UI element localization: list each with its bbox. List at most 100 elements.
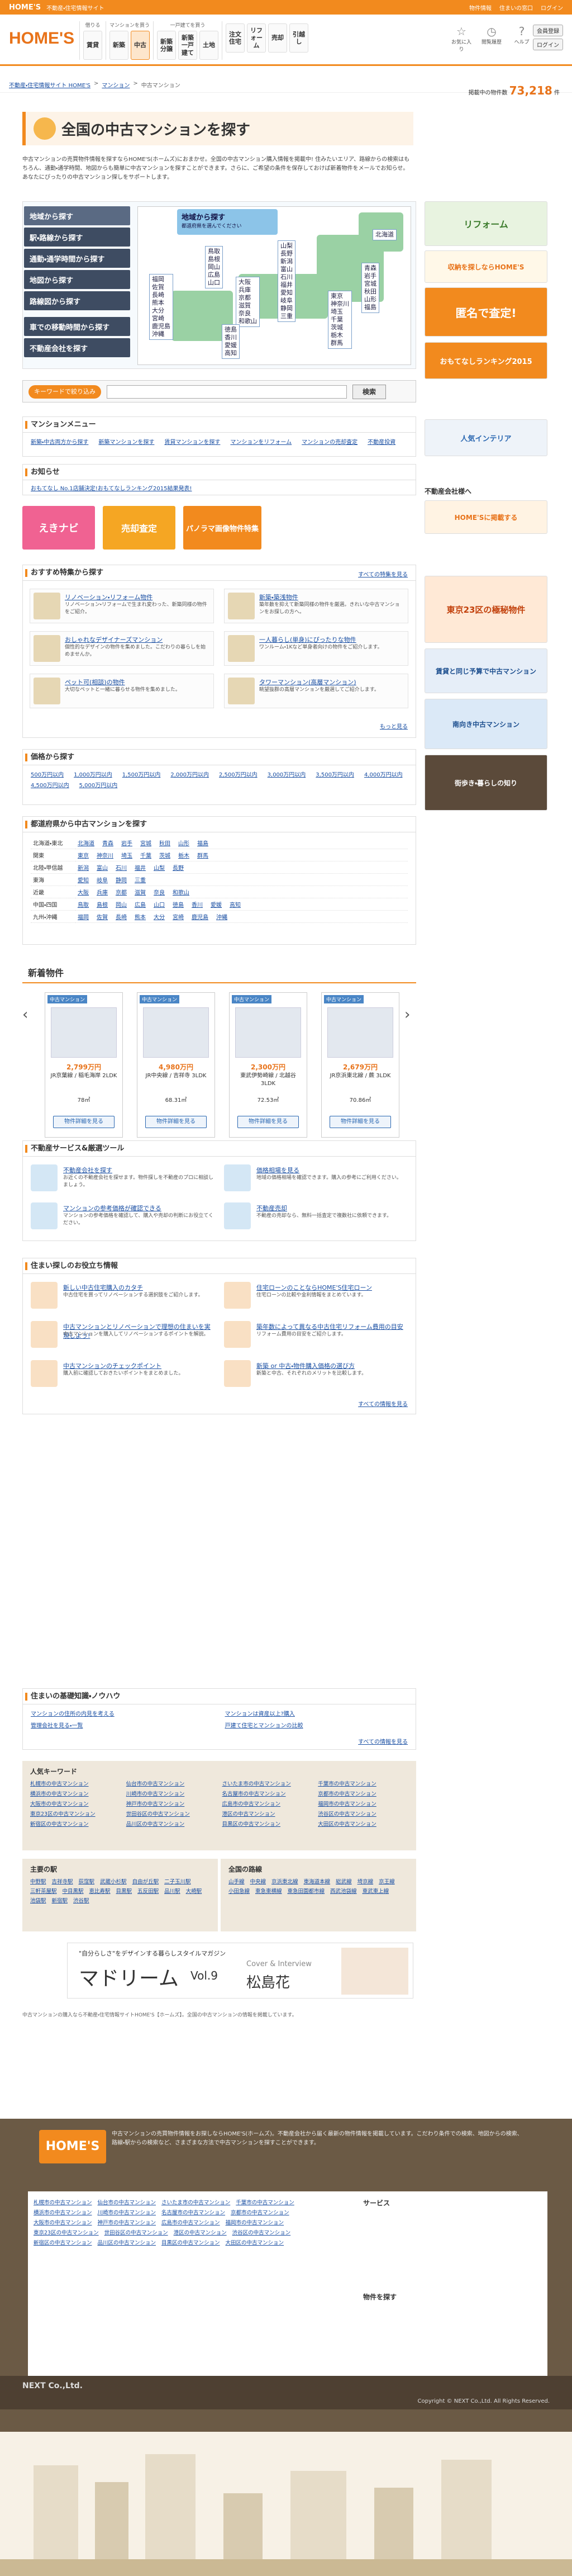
line-link[interactable]: 東海道本線 <box>304 1877 331 1885</box>
price-link[interactable]: 5,000万円以内 <box>79 780 118 789</box>
pref-link[interactable]: 三重 <box>280 312 293 320</box>
station-link[interactable]: 中目黒駅 <box>63 1887 84 1895</box>
sidebar-budget-banner[interactable]: 賃貸と同じ予算で中古マンション <box>425 648 547 693</box>
info-item[interactable]: 築年数によって異なる中古住宅リフォーム費用の目安 リフォーム費用の目安をご紹介しま… <box>224 1320 408 1351</box>
property-detail-button[interactable]: 物件詳細を見る <box>237 1116 299 1128</box>
station-link[interactable]: 荻窪駅 <box>79 1877 95 1885</box>
region-pref-link[interactable]: 島根 <box>97 902 108 908</box>
keyword-search-button[interactable]: 検索 <box>352 385 386 399</box>
price-link[interactable]: 3,500万円以内 <box>316 770 354 778</box>
menu-link[interactable]: 新築・中古両方から探す <box>31 437 88 446</box>
pref-link[interactable]: 高知 <box>225 349 237 357</box>
property-name[interactable]: JR京葉線 / 稲毛海岸 2LDK <box>49 1072 119 1080</box>
feature-card[interactable]: 一人暮らし(単身)にぴったりな物件 ワンルーム・1Kなど単身者向けの物件をご紹介し… <box>224 631 408 666</box>
keyword-link[interactable]: 東京23区の中古マンション <box>30 1810 121 1817</box>
promo-panorama[interactable]: パノラマ画像物件特集 <box>183 506 261 550</box>
pref-link[interactable]: 山形 <box>364 296 376 304</box>
feature-card[interactable]: 新築・築浅物件 築年数を抑えて新築同様の物件を厳選。きれいな中古マンションをお探し… <box>224 589 408 623</box>
region-pref-link[interactable]: 岩手 <box>121 841 132 847</box>
region-pref-link[interactable]: 佐賀 <box>97 915 108 921</box>
line-link[interactable]: 中央線 <box>250 1877 266 1885</box>
login-button[interactable]: ログイン <box>533 39 563 50</box>
gnav-item-bunjo[interactable]: 新築分譲 <box>157 31 177 60</box>
region-pref-link[interactable]: 岡山 <box>116 902 127 908</box>
footer-link[interactable]: 神戸市の中古マンション <box>98 2218 156 2226</box>
line-link[interactable]: 小田急線 <box>228 1887 250 1895</box>
region-pref-link[interactable]: 兵庫 <box>97 890 108 896</box>
line-link[interactable]: 東急東横線 <box>255 1887 282 1895</box>
keyword-link[interactable]: 京都市の中古マンション <box>318 1789 408 1797</box>
region-pref-link[interactable]: 宮城 <box>140 841 151 847</box>
pref-link[interactable]: 香川 <box>225 334 237 342</box>
region-pref-link[interactable]: 和歌山 <box>173 890 189 896</box>
footer-link[interactable]: 東京23区の中古マンション <box>34 2228 99 2236</box>
sidebar-appraisal-banner[interactable]: 匿名で査定! <box>425 287 547 337</box>
region-pref-link[interactable]: 長野 <box>173 865 184 872</box>
region-pref-link[interactable]: 新潟 <box>78 865 89 872</box>
gnav-item-land[interactable]: 土地 <box>199 31 219 60</box>
keyword-link[interactable]: 広島市の中古マンション <box>222 1800 313 1807</box>
footer-link[interactable]: 新宿区の中古マンション <box>34 2238 92 2246</box>
keyword-link[interactable]: 仙台市の中古マンション <box>126 1779 217 1787</box>
sidebar-reform-banner[interactable]: リフォーム <box>425 201 547 246</box>
region-pref-link[interactable]: 富山 <box>97 865 108 872</box>
magazine-banner[interactable]: "自分らしさ"をデザインする暮らしスタイルマガジン マドリーム Vol.9 Co… <box>67 1943 413 1999</box>
notice-link[interactable]: おもてなし No.1店舗決定!おもてなしランキング2015結果発表! <box>31 486 192 492</box>
search-by-area-button[interactable]: 地域から探す <box>24 206 130 225</box>
footer-link[interactable]: 京都市の中古マンション <box>231 2208 289 2216</box>
knowhow-more-link[interactable]: すべての情報を見る <box>358 1737 408 1745</box>
pref-link[interactable]: 島根 <box>208 255 220 263</box>
top-link-window[interactable]: 住まいの窓口 <box>499 3 533 12</box>
site-logo[interactable]: HOME'S <box>9 29 76 48</box>
gnav-item-new[interactable]: 新築 <box>109 31 128 60</box>
help-link[interactable]: ? ヘルプ <box>511 25 533 45</box>
region-pref-link[interactable]: 奈良 <box>154 890 165 896</box>
footer-link[interactable]: 福岡市の中古マンション <box>226 2218 284 2226</box>
pref-link[interactable]: 大阪 <box>239 278 257 286</box>
search-by-commute-button[interactable]: 通勤・通学時間から探す <box>24 249 130 268</box>
keyword-link[interactable]: 神戸市の中古マンション <box>126 1800 217 1807</box>
knowhow-link[interactable]: 戸建て住宅とマンションの比較 <box>225 1721 408 1729</box>
sidebar-tokyo-banner[interactable]: 東京23区の極秘物件 <box>425 576 547 643</box>
region-pref-link[interactable]: 山梨 <box>154 865 165 872</box>
pref-link[interactable]: 茨城 <box>331 324 349 332</box>
history-link[interactable]: ◷ 閲覧履歴 <box>480 25 503 45</box>
feature-title[interactable]: タワーマンション(高層マンション) <box>259 678 356 686</box>
sidebar-town-banner[interactable]: 街歩き・暮らしの知り <box>425 755 547 811</box>
keyword-link[interactable]: 品川区の中古マンション <box>126 1820 217 1827</box>
top-link-login[interactable]: ログイン <box>541 3 563 12</box>
menu-link[interactable]: マンションの売却査定 <box>302 437 358 446</box>
pref-link[interactable]: 宮崎 <box>152 315 170 323</box>
property-name[interactable]: JR京浜東北線 / 蕨 3LDK <box>325 1072 395 1080</box>
pref-link[interactable]: 埼玉 <box>331 308 349 316</box>
keyword-link[interactable]: 大田区の中古マンション <box>318 1820 408 1827</box>
keyword-link[interactable]: 福岡市の中古マンション <box>318 1800 408 1807</box>
info-title-link[interactable]: 住宅ローンのことならHOME'S住宅ローン <box>256 1283 372 1292</box>
sidebar-south-banner[interactable]: 南向き中古マンション <box>425 699 547 749</box>
pref-link[interactable]: 鳥取 <box>208 248 220 255</box>
keyword-link[interactable]: 川崎市の中古マンション <box>126 1789 217 1797</box>
gnav-item-order[interactable]: 注文住宅 <box>226 23 245 53</box>
info-title-link[interactable]: 築年数によって異なる中古住宅リフォーム費用の目安 <box>256 1322 403 1331</box>
station-link[interactable]: 大崎駅 <box>186 1887 202 1895</box>
keyword-link[interactable]: 名古屋市の中古マンション <box>222 1789 313 1797</box>
pref-link[interactable]: 北海道 <box>375 231 394 239</box>
region-pref-link[interactable]: 静岡 <box>116 878 127 884</box>
gnav-item-newhouse[interactable]: 新築一戸建て <box>178 31 198 60</box>
knowhow-link[interactable]: マンションの住所の内見を考える <box>31 1709 214 1717</box>
region-pref-link[interactable]: 東京 <box>78 853 89 859</box>
tool-title[interactable]: 不動産会社を探す <box>63 1166 112 1175</box>
region-pref-link[interactable]: 鳥取 <box>78 902 89 908</box>
pref-link[interactable]: 富山 <box>280 266 293 273</box>
keyword-link[interactable]: 渋谷区の中古マンション <box>318 1810 408 1817</box>
footer-link[interactable]: 港区の中古マンション <box>174 2228 227 2236</box>
keyword-link[interactable]: 大阪市の中古マンション <box>30 1800 121 1807</box>
sidebar-ranking-banner[interactable]: おもてなしランキング2015 <box>425 342 547 379</box>
pref-link[interactable]: 愛知 <box>280 289 293 297</box>
knowhow-link[interactable]: 管理会社を見る・一覧 <box>31 1721 214 1729</box>
region-pref-link[interactable]: 岐阜 <box>97 878 108 884</box>
footer-link[interactable]: 広島市の中古マンション <box>161 2218 220 2226</box>
pref-link[interactable]: 秋田 <box>364 288 376 296</box>
promo-sell[interactable]: 売却査定 <box>103 506 175 550</box>
carousel-next-icon[interactable]: › <box>404 1006 416 1040</box>
